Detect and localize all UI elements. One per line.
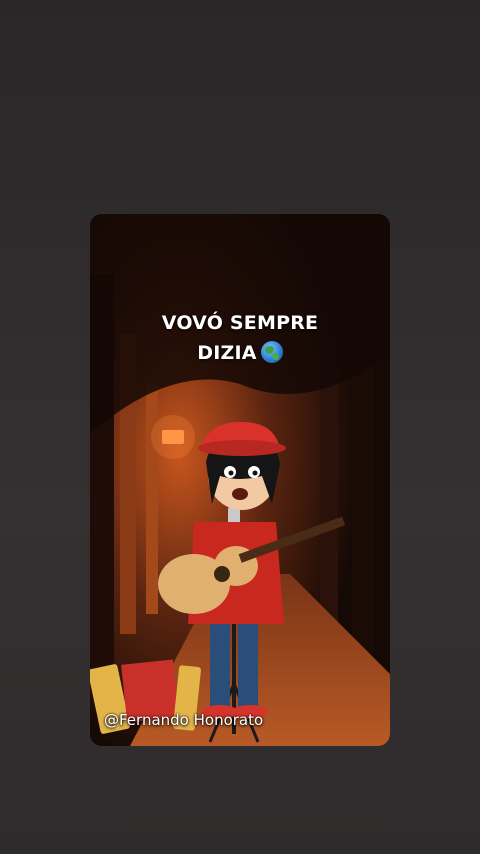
- story-caption: VOVÓ SEMPRE DIZIA: [90, 308, 390, 368]
- lamp-glow: [151, 415, 195, 459]
- caption-line-2-text: DIZIA: [197, 342, 257, 364]
- story-video-card[interactable]: VOVÓ SEMPRE DIZIA @Fernando Honorato: [90, 214, 390, 746]
- story-illustration: [90, 214, 390, 746]
- caption-line-2: DIZIA: [90, 338, 390, 368]
- caption-line-1: VOVÓ SEMPRE: [161, 312, 319, 334]
- creator-watermark: @Fernando Honorato: [104, 711, 264, 729]
- tree-trunk: [320, 364, 338, 624]
- globe-icon: [260, 341, 283, 363]
- screen: VOVÓ SEMPRE DIZIA @Fernando Honorato: [0, 0, 480, 854]
- character-mouth: [232, 488, 248, 500]
- tree-trunk: [146, 384, 158, 614]
